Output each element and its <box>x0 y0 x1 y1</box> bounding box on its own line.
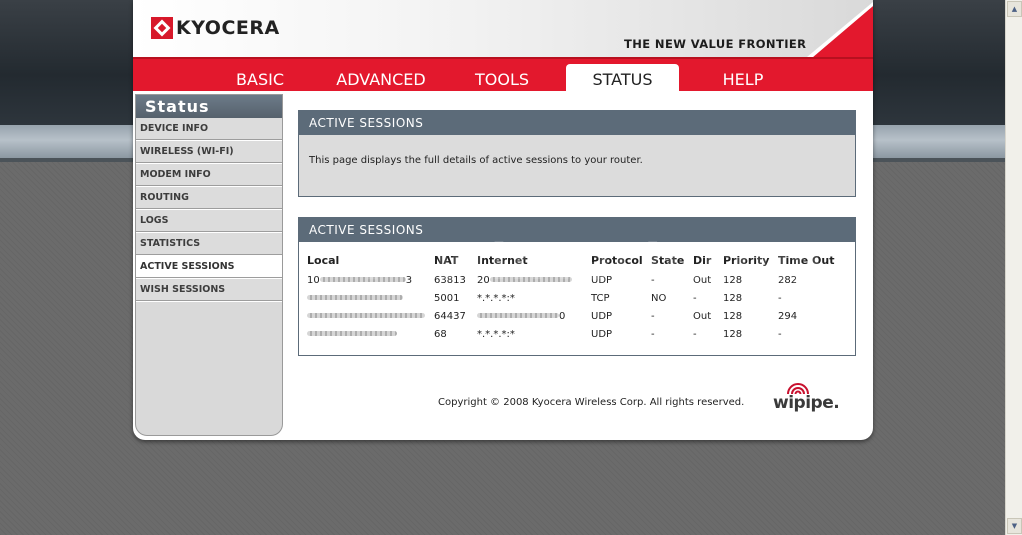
intro-panel-title: ACTIVE SESSIONS <box>299 111 855 135</box>
cell-timeout: - <box>778 292 782 304</box>
cell-state: - <box>651 274 655 286</box>
copyright-text: Copyright © 2008 Kyocera Wireless Corp. … <box>438 397 745 408</box>
cell-local: 10 3 <box>307 274 413 286</box>
cell-internet: 20 <box>477 271 591 289</box>
sidebar-item-statistics[interactable]: STATISTICS <box>136 233 282 256</box>
cell-state: NO <box>651 292 667 304</box>
kyocera-logo: KYOCERA <box>151 16 280 40</box>
column-header-internet: Internet <box>477 253 528 267</box>
cell-internet: *.*.*.*:* <box>477 292 515 304</box>
vertical-scrollbar[interactable]: ▲ ▼ <box>1005 0 1022 535</box>
sidebar-item-routing[interactable]: ROUTING <box>136 187 282 210</box>
column-header-protocol: Protocol <box>591 253 643 267</box>
tab-basic[interactable]: BASIC <box>216 64 304 93</box>
sessions-panel: ACTIVE SESSIONS Local NAT Internet Proto… <box>298 217 856 356</box>
redacted-mark <box>307 295 403 300</box>
redacted-mark <box>307 331 397 336</box>
cell-protocol: UDP <box>591 310 613 322</box>
table-row: 5001 *.*.*.*:* TCP NO - 128 - <box>307 289 838 307</box>
sidebar-title: Status <box>136 95 282 118</box>
cell-protocol: TCP <box>591 292 610 304</box>
cell-dir: Out <box>693 274 712 286</box>
column-header-local: Local <box>307 253 340 267</box>
cell-local <box>307 289 434 307</box>
sessions-panel-title: ACTIVE SESSIONS <box>299 218 855 242</box>
sidebar-item-device-info[interactable]: DEVICE INFO <box>136 118 282 141</box>
sidebar-item-wish-sessions[interactable]: WISH SESSIONS <box>136 279 282 302</box>
table-row: 64437 0 UDP - Out 128 294 <box>307 307 838 325</box>
cell-timeout: 282 <box>778 274 798 286</box>
tab-advanced[interactable]: ADVANCED <box>320 64 442 93</box>
cell-local <box>307 307 434 325</box>
cell-nat: 5001 <box>434 292 460 304</box>
cell-internet: *.*.*.*:* <box>477 328 515 340</box>
sidebar-item-wireless[interactable]: WIRELESS (WI-FI) <box>136 141 282 164</box>
cell-nat: 64437 <box>434 310 466 322</box>
column-header-timeout: Time Out <box>778 253 835 267</box>
router-admin-page: KYOCERA THE NEW VALUE FRONTIER BASIC ADV… <box>133 0 873 440</box>
redacted-mark <box>307 313 425 318</box>
redacted-mark <box>489 277 572 282</box>
page-header: KYOCERA THE NEW VALUE FRONTIER <box>133 0 873 57</box>
logo-text: KYOCERA <box>176 17 280 39</box>
column-header-priority: Priority <box>723 253 770 267</box>
cell-dir: Out <box>693 310 712 322</box>
redacted-mark <box>319 277 406 282</box>
redacted-mark <box>477 313 559 318</box>
intro-panel: ACTIVE SESSIONS This page displays the f… <box>298 110 856 197</box>
tab-tools[interactable]: TOOLS <box>458 64 546 93</box>
cell-nat: 68 <box>434 328 447 340</box>
cell-dir: - <box>693 328 697 340</box>
cell-internet: 0 <box>477 307 591 325</box>
kyocera-logo-icon <box>151 17 173 39</box>
cell-protocol: UDP <box>591 328 613 340</box>
cell-priority: 128 <box>723 274 743 286</box>
sidebar-item-modem-info[interactable]: MODEM INFO <box>136 164 282 187</box>
sidebar-item-logs[interactable]: LOGS <box>136 210 282 233</box>
sidebar-item-active-sessions[interactable]: ACTIVE SESSIONS <box>136 256 282 279</box>
cell-protocol: UDP <box>591 274 613 286</box>
scroll-up-button[interactable]: ▲ <box>1007 1 1022 17</box>
column-header-state: State <box>651 253 685 267</box>
column-header-dir: Dir <box>693 253 712 267</box>
table-row: 10 3 63813 20 UDP - Out 128 282 <box>307 271 838 289</box>
cell-priority: 128 <box>723 310 743 322</box>
table-header-row: Local NAT Internet Protocol State Dir Pr… <box>307 252 838 271</box>
wipipe-logo-text: wipipe. <box>773 393 840 413</box>
cell-local <box>307 325 434 343</box>
cell-state: - <box>651 310 655 322</box>
cell-nat: 63813 <box>434 274 466 286</box>
cell-timeout: 294 <box>778 310 798 322</box>
cell-state: - <box>651 328 655 340</box>
tab-status[interactable]: STATUS <box>566 64 679 93</box>
cell-priority: 128 <box>723 328 743 340</box>
cell-priority: 128 <box>723 292 743 304</box>
cell-timeout: - <box>778 328 782 340</box>
cell-dir: - <box>693 292 697 304</box>
wipipe-logo: wipipe. <box>773 382 853 418</box>
table-row: 68 *.*.*.*:* UDP - - 128 - <box>307 325 838 343</box>
column-header-nat: NAT <box>434 253 459 267</box>
tab-help[interactable]: HELP <box>699 64 787 93</box>
main-nav: BASIC ADVANCED TOOLS STATUS HELP <box>133 57 873 93</box>
sessions-table: Local NAT Internet Protocol State Dir Pr… <box>307 252 838 343</box>
tagline: THE NEW VALUE FRONTIER <box>624 37 807 51</box>
scroll-down-button[interactable]: ▼ <box>1007 518 1022 534</box>
intro-description: This page displays the full details of a… <box>309 155 643 166</box>
sidebar: Status DEVICE INFO WIRELESS (WI-FI) MODE… <box>135 94 283 436</box>
